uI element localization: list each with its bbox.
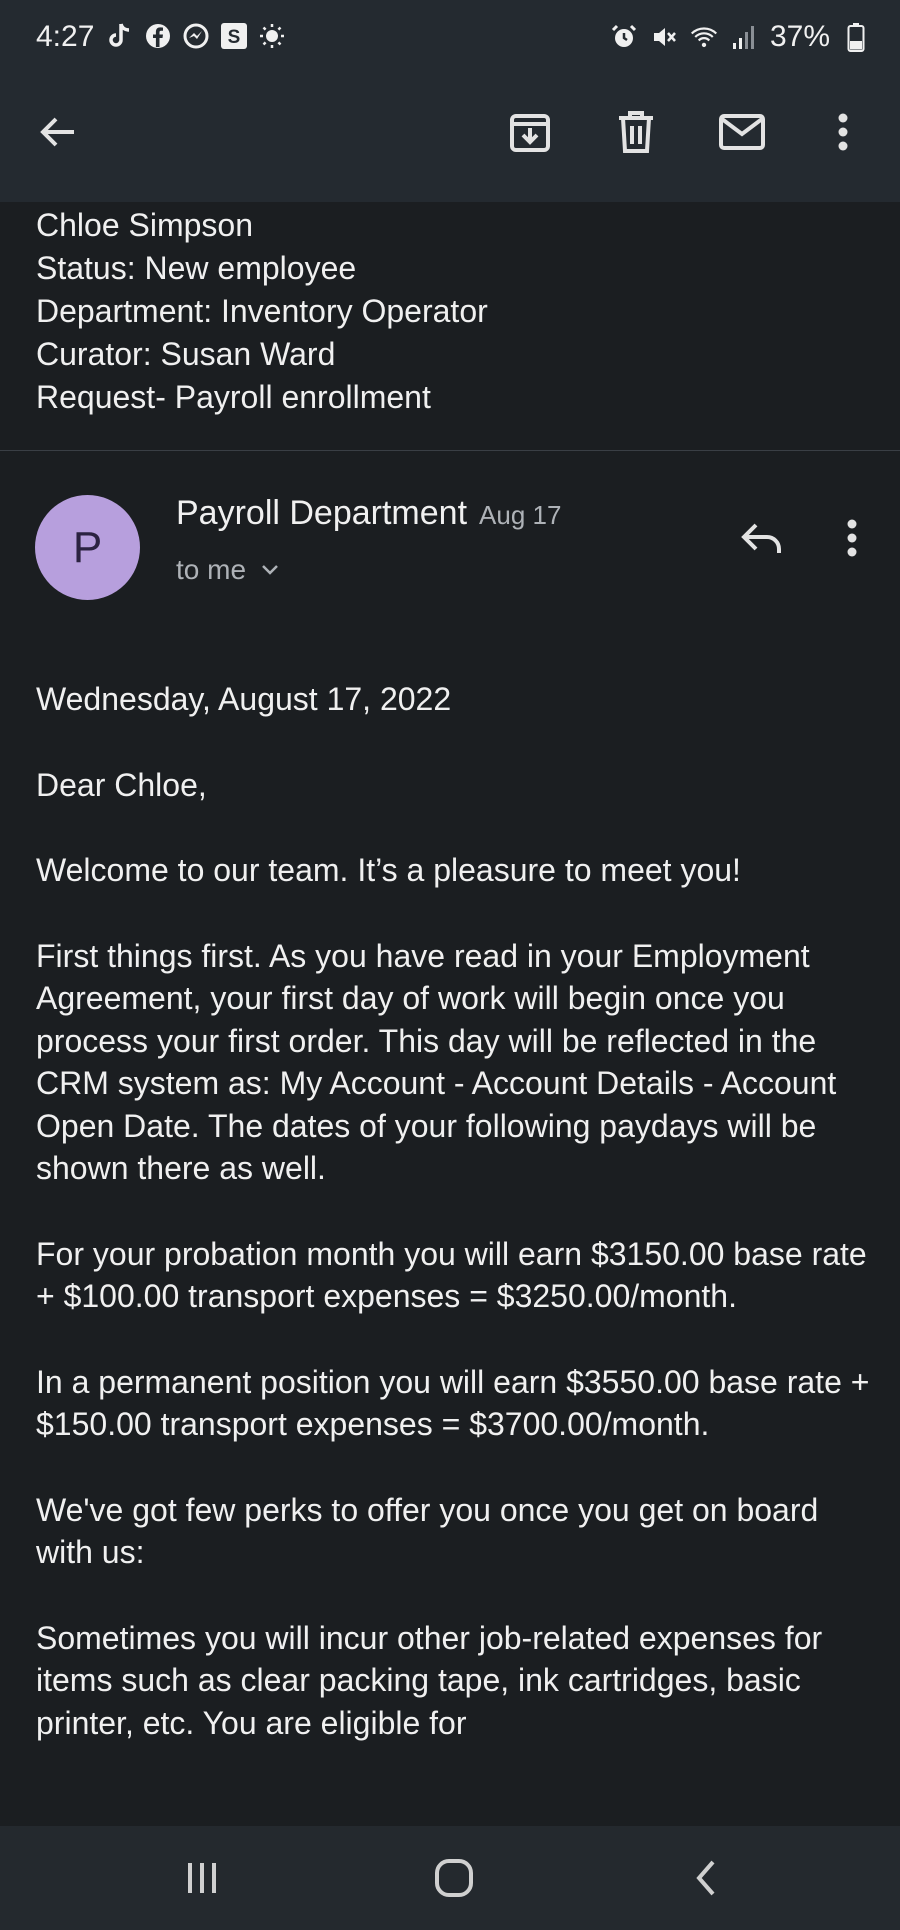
recipient-label: to me — [176, 554, 247, 585]
home-button[interactable] — [424, 1848, 484, 1908]
messenger-icon — [182, 22, 210, 50]
archive-button[interactable] — [502, 104, 558, 160]
message-more-button[interactable] — [824, 510, 880, 566]
archive-icon — [510, 114, 550, 152]
body-paragraph: In a permanent position you will earn $3… — [36, 1363, 870, 1443]
body-paragraph: Welcome to our team. It’s a pleasure to … — [36, 852, 741, 888]
recipient-details-toggle[interactable]: to me — [176, 554, 280, 586]
previous-message-text: Chloe Simpson Status: New employee Depar… — [36, 204, 488, 419]
previous-line: Chloe Simpson — [36, 207, 253, 243]
system-back-button[interactable] — [676, 1848, 736, 1908]
chevron-left-icon — [696, 1860, 715, 1896]
more-options-button[interactable] — [815, 104, 871, 160]
trash-icon — [619, 111, 653, 153]
back-button[interactable] — [30, 104, 86, 160]
reply-icon — [741, 523, 781, 553]
previous-line: Department: Inventory Operator — [36, 293, 488, 329]
alarm-icon — [610, 23, 638, 51]
previous-line: Curator: Susan Ward — [36, 336, 336, 372]
arrow-left-icon — [40, 117, 74, 147]
delete-button[interactable] — [608, 104, 664, 160]
tiktok-icon — [106, 22, 134, 50]
mark-unread-button[interactable] — [714, 104, 770, 160]
previous-line: Request- Payroll enrollment — [36, 379, 431, 415]
battery-icon — [842, 23, 870, 52]
body-paragraph: Wednesday, August 17, 2022 — [36, 681, 452, 717]
body-paragraph: First things first. As you have read in … — [36, 937, 837, 1187]
sender-name: Payroll Department — [176, 494, 468, 532]
previous-line: Status: New employee — [36, 250, 357, 286]
reply-button[interactable] — [734, 514, 790, 564]
mail-icon — [719, 114, 765, 150]
body-paragraph: Dear Chloe, — [36, 766, 207, 803]
mute-icon — [650, 23, 678, 51]
body-paragraph: Sometimes you will incur other job-relat… — [36, 1619, 823, 1741]
facebook-icon — [144, 22, 172, 50]
message-divider — [0, 450, 900, 451]
signal-icon — [730, 23, 758, 51]
more-vertical-icon — [847, 519, 857, 557]
wifi-icon — [690, 23, 718, 51]
message-body: Wednesday, August 17, 2022 Dear Chloe, W… — [36, 678, 876, 1787]
home-icon — [435, 1859, 473, 1897]
s-app-icon: S — [220, 22, 248, 50]
chevron-down-icon — [262, 565, 278, 575]
sender-line: Payroll Department Aug 17 — [176, 494, 561, 533]
app-bar — [0, 82, 900, 182]
status-time: 4:27 — [36, 20, 95, 53]
status-system-icons: 37% — [610, 20, 870, 54]
recents-icon — [188, 1863, 216, 1893]
battery-percentage: 37% — [769, 20, 830, 53]
body-paragraph: For your probation month you will earn $… — [36, 1235, 867, 1315]
message-date: Aug 17 — [479, 500, 562, 530]
top-bar: 4:27 S 37% — [0, 0, 900, 202]
recent-apps-button[interactable] — [172, 1848, 232, 1908]
brightness-icon — [258, 22, 286, 50]
body-paragraph: We've got few perks to offer you once yo… — [36, 1491, 819, 1571]
sender-avatar[interactable]: P — [35, 495, 140, 600]
system-nav-bar — [0, 1826, 900, 1930]
status-notification-icons: S — [106, 22, 286, 50]
more-vertical-icon — [838, 113, 848, 151]
svg-text:S: S — [228, 27, 241, 48]
status-bar: 4:27 S 37% — [0, 0, 900, 78]
